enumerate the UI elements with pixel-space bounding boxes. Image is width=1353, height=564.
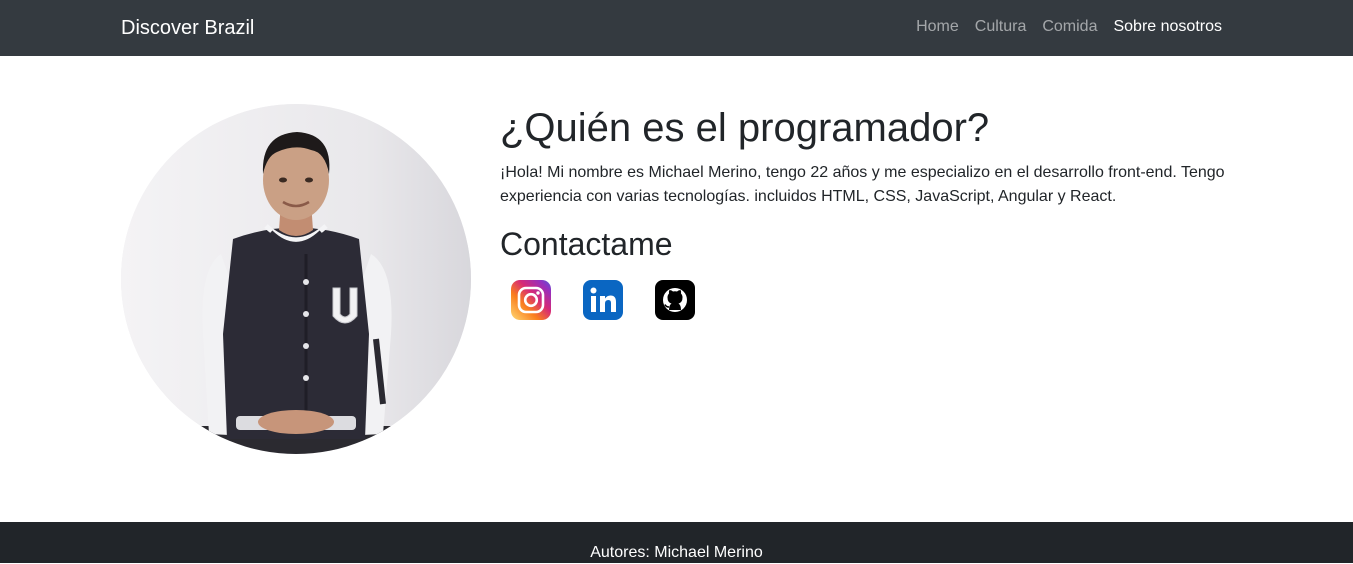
social-links xyxy=(511,280,695,320)
github-link[interactable] xyxy=(655,280,695,320)
nav-links: Home Cultura Comida Sobre nosotros xyxy=(916,16,1222,38)
top-navbar: Discover Brazil Home Cultura Comida Sobr… xyxy=(0,0,1353,56)
instagram-link[interactable] xyxy=(511,280,551,320)
github-icon xyxy=(655,280,695,320)
profile-photo xyxy=(121,104,471,454)
about-section: ¿Quién es el programador? ¡Hola! Mi nomb… xyxy=(500,103,1240,262)
nav-link-home[interactable]: Home xyxy=(916,16,959,38)
nav-link-cultura[interactable]: Cultura xyxy=(975,16,1027,38)
nav-link-sobre-nosotros[interactable]: Sobre nosotros xyxy=(1113,16,1222,38)
instagram-icon xyxy=(511,280,551,320)
bio-text: ¡Hola! Mi nombre es Michael Merino, teng… xyxy=(500,164,1225,205)
page-footer: Autores: Michael Merino xyxy=(0,522,1353,563)
contact-heading: Contactame xyxy=(500,226,673,262)
brand-link[interactable]: Discover Brazil xyxy=(121,15,254,41)
linkedin-icon xyxy=(583,280,623,320)
linkedin-link[interactable] xyxy=(583,280,623,320)
footer-authors: Autores: Michael Merino xyxy=(590,544,763,561)
nav-link-comida[interactable]: Comida xyxy=(1042,16,1097,38)
person-photo-icon xyxy=(121,104,471,454)
page-title: ¿Quién es el programador? xyxy=(500,106,990,150)
